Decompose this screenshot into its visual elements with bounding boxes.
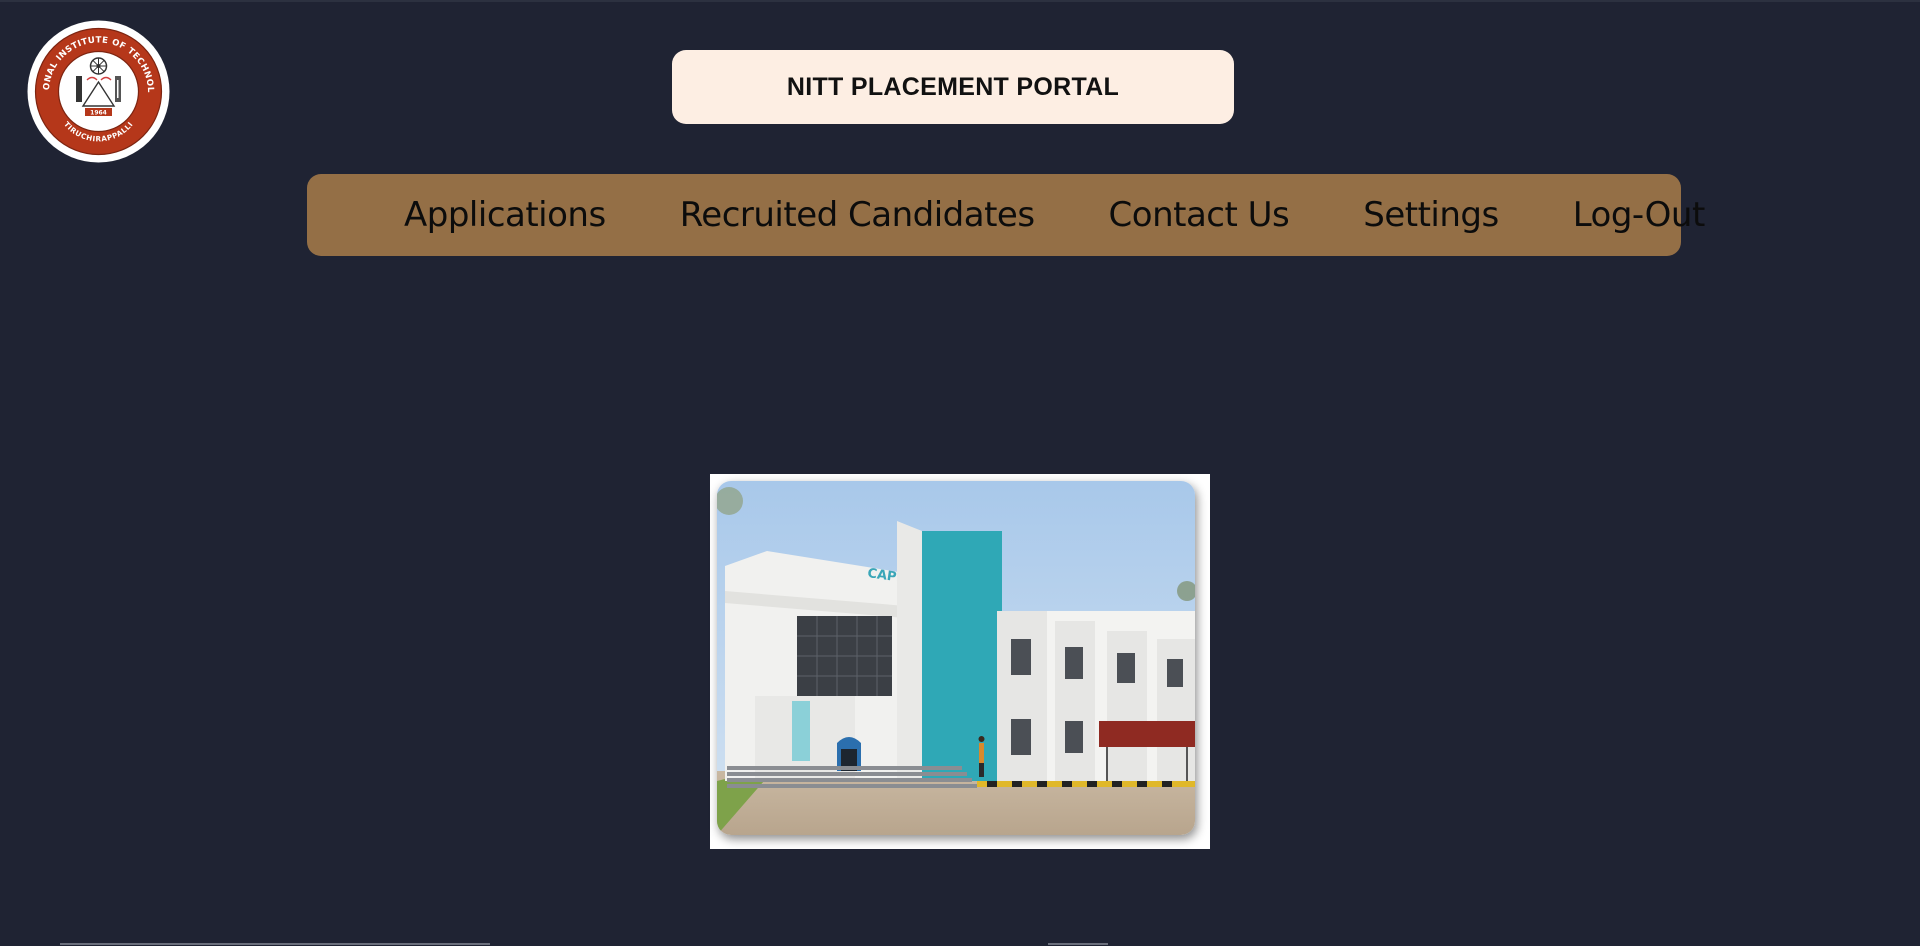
page: NATIONAL INSTITUTE OF TECHNOLOGY TIRUCHI… (0, 0, 1920, 946)
capstone-building-image: CAPSTONE (717, 481, 1195, 835)
nav-item-applications[interactable]: Applications (404, 195, 606, 235)
nitt-logo[interactable]: NATIONAL INSTITUTE OF TECHNOLOGY TIRUCHI… (23, 13, 170, 163)
page-title: NITT PLACEMENT PORTAL (786, 72, 1120, 101)
campus-photo: CAPSTONE (710, 474, 1210, 849)
main-nav: Applications Recruited Candidates Contac… (307, 174, 1705, 256)
top-divider (0, 0, 1920, 2)
svg-text:1964: 1964 (90, 110, 107, 117)
building-photo-icon: CAPSTONE (717, 481, 1195, 835)
nav-item-log-out[interactable]: Log-Out (1573, 195, 1706, 235)
nitt-seal-icon: NATIONAL INSTITUTE OF TECHNOLOGY TIRUCHI… (23, 13, 170, 163)
nav-item-recruited-candidates[interactable]: Recruited Candidates (680, 195, 1035, 235)
nav-item-settings[interactable]: Settings (1363, 195, 1499, 235)
bottom-divider-right (1048, 943, 1108, 945)
title-banner: NITT PLACEMENT PORTAL (672, 50, 1234, 124)
nav-item-contact-us[interactable]: Contact Us (1109, 195, 1290, 235)
bottom-divider-left (60, 943, 490, 945)
